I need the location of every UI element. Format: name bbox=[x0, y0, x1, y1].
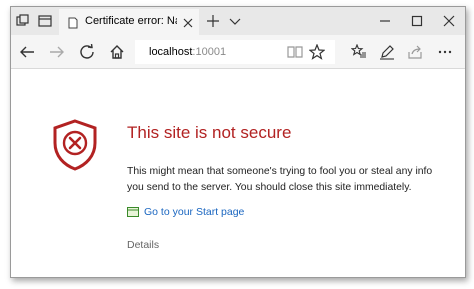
refresh-button[interactable] bbox=[77, 43, 97, 61]
address-host: localhost bbox=[149, 46, 193, 58]
forward-arrow-icon bbox=[50, 46, 64, 58]
page-content: This site is not secure This might mean … bbox=[11, 69, 465, 277]
details-link[interactable]: Details bbox=[127, 239, 159, 251]
title-bar: Certificate error: Naviga bbox=[11, 7, 465, 35]
browser-window: Certificate error: Naviga bbox=[10, 6, 466, 278]
more-button[interactable] bbox=[435, 43, 455, 61]
maximize-icon bbox=[411, 15, 423, 27]
start-page-link[interactable]: Go to your Start page bbox=[127, 205, 244, 219]
more-icon bbox=[438, 50, 452, 54]
minimize-icon bbox=[380, 20, 390, 22]
home-button[interactable] bbox=[107, 43, 127, 61]
address-bar[interactable]: localhost:10001 bbox=[135, 40, 335, 64]
navigation-bar: localhost:10001 bbox=[11, 35, 465, 69]
tab-list-button[interactable] bbox=[225, 11, 245, 31]
chevron-down-icon bbox=[229, 18, 241, 25]
share-button[interactable] bbox=[405, 43, 425, 61]
back-button[interactable] bbox=[17, 43, 37, 61]
pen-icon bbox=[380, 45, 394, 60]
tab-preview-icon[interactable] bbox=[37, 13, 53, 29]
start-page-link-label: Go to your Start page bbox=[144, 206, 245, 218]
start-page-icon bbox=[127, 207, 139, 217]
notes-button[interactable] bbox=[377, 43, 397, 61]
star-icon bbox=[309, 44, 325, 60]
reading-view-button[interactable] bbox=[285, 43, 305, 61]
page-icon bbox=[67, 16, 79, 29]
favorite-button[interactable] bbox=[307, 43, 327, 61]
address-url[interactable]: localhost:10001 bbox=[149, 46, 226, 58]
plus-icon bbox=[207, 15, 219, 27]
refresh-icon bbox=[80, 44, 94, 59]
maximize-button[interactable] bbox=[407, 11, 427, 31]
forward-button[interactable] bbox=[47, 43, 67, 61]
tab-title: Certificate error: Naviga bbox=[85, 15, 177, 27]
new-tab-button[interactable] bbox=[203, 11, 223, 31]
close-icon bbox=[443, 15, 455, 27]
home-icon bbox=[110, 45, 124, 59]
minimize-button[interactable] bbox=[375, 11, 395, 31]
close-tab-icon[interactable] bbox=[182, 16, 194, 28]
share-icon bbox=[408, 45, 422, 59]
favorites-hub-button[interactable] bbox=[349, 43, 369, 61]
back-arrow-icon bbox=[20, 46, 34, 58]
tab-certificate-error[interactable]: Certificate error: Naviga bbox=[59, 9, 199, 35]
favorites-icon bbox=[351, 44, 366, 58]
close-window-button[interactable] bbox=[439, 11, 459, 31]
error-description: This might mean that someone's trying to… bbox=[127, 166, 433, 193]
book-icon bbox=[287, 46, 303, 58]
tab-manager-icon[interactable] bbox=[15, 13, 31, 29]
address-port: :10001 bbox=[192, 46, 227, 58]
shield-error-icon bbox=[53, 119, 97, 171]
error-title: This site is not secure bbox=[127, 123, 292, 142]
